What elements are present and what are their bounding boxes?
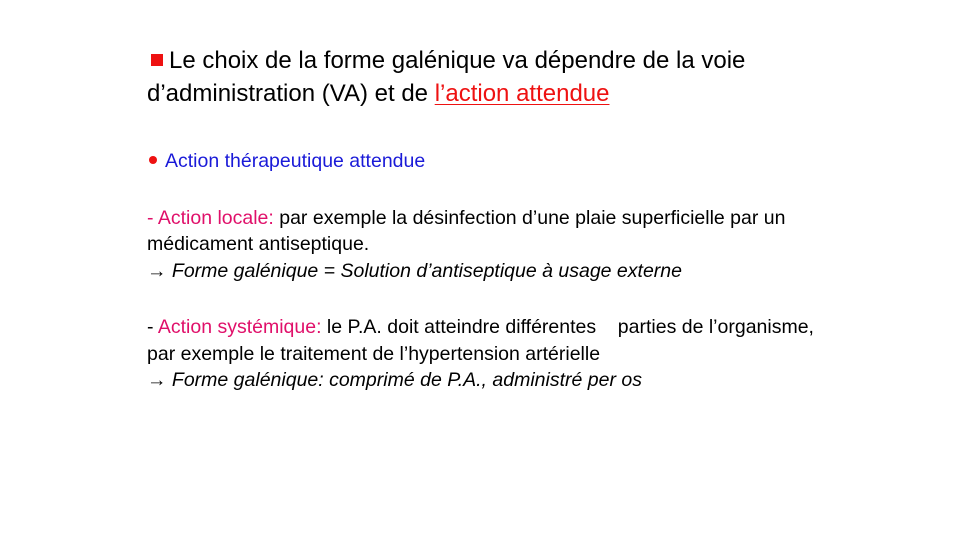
square-bullet-icon [151,54,163,66]
dot-bullet-icon [149,156,157,164]
local-action-paragraph: - Action locale: par exemple la désinfec… [147,205,847,258]
systemic-action-block: - Action systémique: le P.A. doit attein… [147,314,847,394]
headline-highlight: l’action attendue [434,80,610,107]
systemic-conclusion: → Forme galénique: comprimé de P.A., adm… [147,367,847,394]
local-conclusion: → Forme galénique = Solution d’antisepti… [147,258,847,285]
slide-content: Le choix de la forme galénique va dépend… [147,44,847,394]
local-action-dash: - [147,206,158,229]
arrow-right-icon: → [147,369,167,391]
systemic-conclusion-text: Forme galénique: comprimé de P.A., admin… [166,369,642,391]
systemic-action-dash: - [147,316,158,338]
local-action-label: Action locale: [157,206,274,229]
subtitle-text: Action thérapeutique attendue [165,150,426,172]
headline: Le choix de la forme galénique va dépend… [147,44,847,110]
systemic-action-label: Action systémique: [157,316,322,338]
subtitle: Action thérapeutique attendue [147,148,847,175]
arrow-right-icon: → [147,259,167,282]
slide: Le choix de la forme galénique va dépend… [0,0,960,540]
local-conclusion-text: Forme galénique = Solution d’antiseptiqu… [166,259,682,282]
local-action-block: - Action locale: par exemple la désinfec… [147,205,847,285]
systemic-action-paragraph: - Action systémique: le P.A. doit attein… [147,314,847,367]
